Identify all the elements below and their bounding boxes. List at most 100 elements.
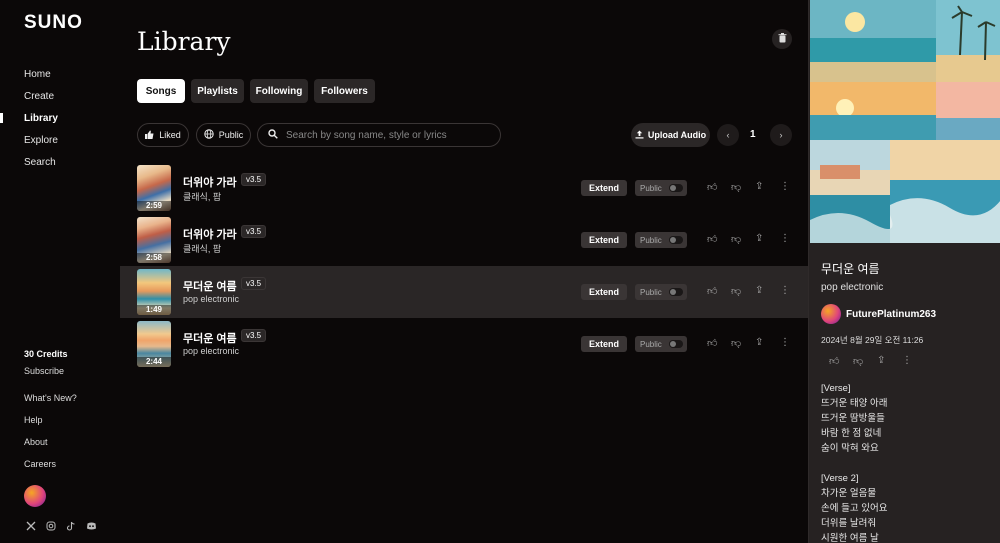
nav-home[interactable]: Home [24,69,51,80]
upload-icon [635,130,644,141]
cover-art[interactable] [810,0,1000,243]
thumbs-up-icon [145,130,154,141]
whats-new-link[interactable]: What's New? [24,393,77,403]
song-thumbnail[interactable]: 2:44 [137,321,171,367]
more-icon[interactable]: ⋮ [902,355,912,366]
about-link[interactable]: About [24,437,48,447]
version-badge: v3.5 [241,329,267,342]
dislike-icon[interactable]: 👎︎ [731,285,741,297]
thumbs-up-icon[interactable]: 👍︎ [707,233,717,245]
song-thumbnail[interactable]: 2:58 [137,217,171,263]
more-icon[interactable]: ⋮ [780,233,790,244]
public-toggle-label: Public [640,235,662,245]
song-row[interactable]: 2:44 무더운 여름 v3.5 pop electronic Extend P… [120,318,808,370]
toggle-switch [669,340,683,348]
search-input[interactable] [286,129,486,141]
song-row-selected[interactable]: 1:49 무더운 여름 v3.5 pop electronic Extend P… [120,266,808,318]
public-toggle-label: Public [640,183,662,193]
extend-button[interactable]: Extend [581,232,627,248]
toggle-switch [669,288,683,296]
discord-icon[interactable] [86,521,97,534]
public-toggle[interactable]: Public [635,232,687,248]
detail-song-title: 무더운 여름 [821,262,880,276]
nav-active-indicator [0,113,3,123]
share-icon[interactable]: ⇪ [755,285,763,296]
globe-icon [204,129,214,141]
public-toggle[interactable]: Public [635,180,687,196]
song-duration: 2:58 [137,253,171,263]
thumbs-up-icon[interactable]: 👍︎ [707,181,717,193]
share-icon[interactable]: ⇪ [755,337,763,348]
dislike-icon[interactable]: 👎︎ [731,337,741,349]
library-main: Library Songs Playlists Following Follow… [120,0,808,543]
tab-playlists[interactable]: Playlists [191,79,244,103]
suno-logo[interactable]: SUNO [24,12,83,34]
song-duration: 2:59 [137,201,171,211]
credits-count: 30 Credits [24,349,68,359]
more-icon[interactable]: ⋮ [780,285,790,296]
public-filter-button[interactable]: Public [196,123,251,147]
upload-audio-label: Upload Audio [647,130,707,140]
dislike-icon[interactable]: 👎︎ [853,355,863,367]
nav-create[interactable]: Create [24,91,54,102]
liked-filter-button[interactable]: Liked [137,123,189,147]
thumbs-up-icon[interactable]: 👍︎ [707,337,717,349]
x-icon[interactable] [26,521,36,534]
public-toggle[interactable]: Public [635,284,687,300]
trash-icon [778,32,787,46]
song-detail-panel: 무더운 여름 pop electronic FuturePlatinum263 … [808,0,1000,543]
user-avatar[interactable] [24,485,46,507]
song-thumbnail[interactable]: 2:59 [137,165,171,211]
subscribe-link[interactable]: Subscribe [24,366,64,376]
dislike-icon[interactable]: 👎︎ [731,233,741,245]
nav-explore[interactable]: Explore [24,135,58,146]
public-toggle-label: Public [640,287,662,297]
song-title[interactable]: 더위야 가라 [183,174,237,190]
version-badge: v3.5 [241,277,267,290]
instagram-icon[interactable] [46,521,56,534]
song-thumbnail[interactable]: 1:49 [137,269,171,315]
nav-search[interactable]: Search [24,157,56,168]
dislike-icon[interactable]: 👎︎ [731,181,741,193]
song-style: 클래식, 팝 [183,244,222,254]
public-filter-label: Public [218,130,244,140]
thumbs-up-icon[interactable]: 👍︎ [829,355,839,367]
song-row[interactable]: 2:59 더위야 가라 v3.5 클래식, 팝 Extend Public 👍︎… [120,162,808,214]
song-title[interactable]: 더위야 가라 [183,226,237,242]
chevron-left-icon: ‹ [726,130,730,140]
tab-songs[interactable]: Songs [137,79,185,103]
careers-link[interactable]: Careers [24,459,56,469]
creator-name[interactable]: FuturePlatinum263 [846,309,936,320]
trash-button[interactable] [772,29,792,49]
song-duration: 1:49 [137,305,171,315]
song-duration: 2:44 [137,357,171,367]
share-icon[interactable]: ⇪ [877,355,885,366]
extend-button[interactable]: Extend [581,180,627,196]
nav-library[interactable]: Library [24,113,58,124]
tab-followers[interactable]: Followers [314,79,375,103]
toggle-switch [669,236,683,244]
public-toggle[interactable]: Public [635,336,687,352]
share-icon[interactable]: ⇪ [755,181,763,192]
toggle-switch [669,184,683,192]
version-badge: v3.5 [241,173,267,186]
song-row[interactable]: 2:58 더위야 가라 v3.5 클래식, 팝 Extend Public 👍︎… [120,214,808,266]
song-style: pop electronic [183,346,240,356]
tiktok-icon[interactable] [66,521,76,534]
more-icon[interactable]: ⋮ [780,181,790,192]
help-link[interactable]: Help [24,415,43,425]
more-icon[interactable]: ⋮ [780,337,790,348]
tab-following[interactable]: Following [250,79,308,103]
share-icon[interactable]: ⇪ [755,233,763,244]
thumbs-up-icon[interactable]: 👍︎ [707,285,717,297]
page-number: 1 [750,129,756,140]
prev-page-button[interactable]: ‹ [717,124,739,146]
upload-audio-button[interactable]: Upload Audio [631,123,710,147]
song-title[interactable]: 무더운 여름 [183,278,237,294]
liked-filter-label: Liked [159,130,181,140]
song-title[interactable]: 무더운 여름 [183,330,237,346]
extend-button[interactable]: Extend [581,336,627,352]
creator-avatar[interactable] [821,304,841,324]
extend-button[interactable]: Extend [581,284,627,300]
next-page-button[interactable]: › [770,124,792,146]
